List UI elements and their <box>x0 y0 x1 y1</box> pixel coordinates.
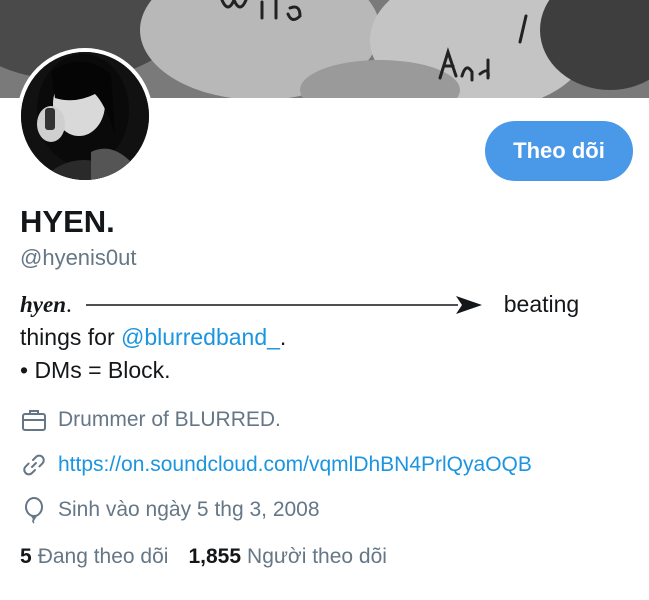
follow-stats: 5 Đang theo dõi 1,855 Người theo dõi <box>20 545 407 569</box>
follow-button[interactable]: Theo dõi <box>485 121 633 181</box>
bio-line-1-end: beating <box>503 291 580 317</box>
bio-line-1: hyen. beating <box>20 288 620 321</box>
display-name: HYEN. <box>20 204 115 239</box>
bio-line-2-prefix: things for <box>20 324 121 350</box>
bio-line-2-suffix: . <box>279 324 287 350</box>
bio-dot: . <box>66 292 72 317</box>
username-handle: @hyenis0ut <box>20 245 137 270</box>
followers-count: 1,855 <box>188 545 242 568</box>
website-row: https://on.soundcloud.com/vqmlDhBN4PrlQy… <box>20 451 532 479</box>
website-link[interactable]: https://on.soundcloud.com/vqmlDhBN4PrlQy… <box>58 453 532 477</box>
bio-script-text: hyen <box>20 292 66 317</box>
birthday-row: Sinh vào ngày 5 thg 3, 2008 <box>20 496 320 524</box>
avatar-photo <box>21 52 149 180</box>
following-count: 5 <box>20 545 32 568</box>
followers-label: Người theo dõi <box>247 545 387 568</box>
link-icon <box>20 451 48 479</box>
following-stat[interactable]: 5 Đang theo dõi <box>20 545 168 569</box>
following-label: Đang theo dõi <box>37 545 169 568</box>
occupation-row: Drummer of BLURRED. <box>20 406 281 434</box>
bio: hyen. beating things for @blurredband_. … <box>20 288 620 387</box>
birthday-text: Sinh vào ngày 5 thg 3, 2008 <box>58 498 320 521</box>
arrow-right-icon <box>85 295 482 314</box>
balloon-icon <box>20 496 48 524</box>
bio-line-3: • DMs = Block. <box>20 357 171 383</box>
briefcase-icon <box>20 406 48 434</box>
followers-stat[interactable]: 1,855 Người theo dõi <box>188 545 386 569</box>
avatar[interactable] <box>17 48 153 184</box>
bio-line-2: things for @blurredband_. <box>20 321 620 354</box>
occupation-text: Drummer of BLURRED. <box>58 408 281 431</box>
bio-mention-link[interactable]: @blurredband_ <box>121 324 280 350</box>
